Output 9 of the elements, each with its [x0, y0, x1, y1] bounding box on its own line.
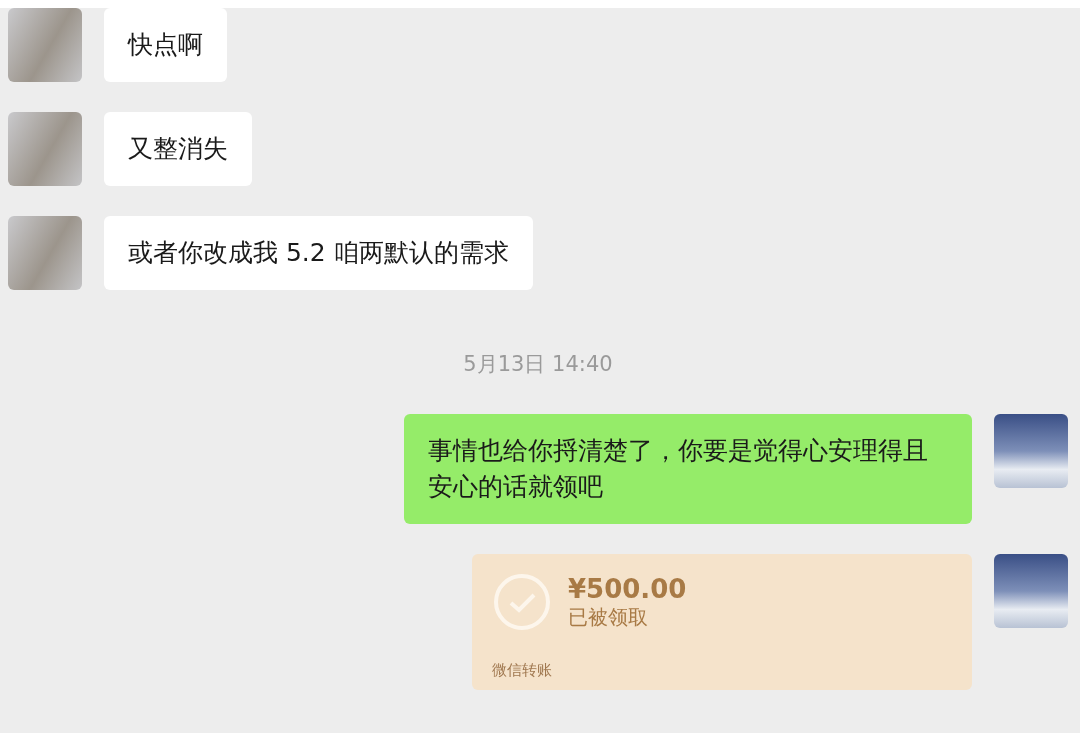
- message-bubble[interactable]: 或者你改成我 5.2 咱两默认的需求: [104, 216, 533, 290]
- transfer-amount: ¥500.00: [568, 573, 687, 604]
- message-bubble[interactable]: 事情也给你捋清楚了，你要是觉得心安理得且安心的话就领吧: [404, 414, 972, 524]
- timestamp: 5月13日 14:40: [463, 351, 613, 378]
- check-circle-icon: [492, 572, 552, 632]
- transfer-status: 已被领取: [568, 603, 649, 631]
- message-bubble[interactable]: 快点啊: [104, 8, 227, 82]
- transfer-label: 微信转账: [492, 661, 553, 680]
- message-bubble[interactable]: 又整消失: [104, 112, 252, 186]
